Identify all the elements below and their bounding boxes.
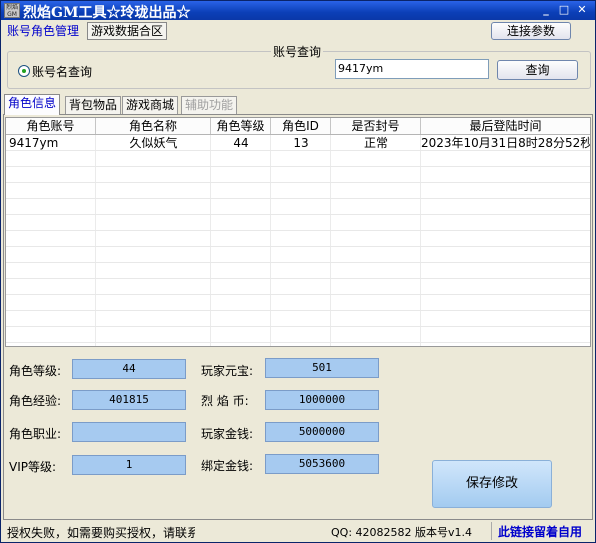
gold-field[interactable]: 5000000 <box>265 422 379 442</box>
cell-last-login: 2023年10月31日8时28分52秒 <box>421 136 590 150</box>
maximize-button[interactable]: □ <box>556 3 572 17</box>
yuanbao-field[interactable]: 501 <box>265 358 379 378</box>
level-label: 角色等级: <box>9 364 62 378</box>
license-status-text: 授权失败，如需要购买授权，请联系 <box>7 526 195 540</box>
minimize-button[interactable]: _ <box>538 3 554 17</box>
self-use-link[interactable]: 此链接留着自用 <box>498 523 582 540</box>
col-role-id[interactable]: 角色ID <box>271 118 331 134</box>
account-input[interactable]: 9417ym <box>335 59 489 79</box>
window-title: 烈焰GM工具☆玲珑出品☆ <box>23 5 191 21</box>
exp-field[interactable]: 401815 <box>72 390 186 410</box>
cell-role-name: 久似妖气 <box>129 136 178 150</box>
app-window: 烈焰GM 烈焰GM工具☆玲珑出品☆ _ □ ✕ 账号角色管理 游戏数据合区 连接… <box>0 0 596 543</box>
status-separator <box>491 522 492 540</box>
app-icon: 烈焰GM <box>4 3 20 18</box>
account-name-radio[interactable] <box>18 65 30 77</box>
col-account[interactable]: 角色账号 <box>6 118 96 134</box>
qq-number: QQ: 42082582 <box>331 526 412 539</box>
flamecoin-field[interactable]: 1000000 <box>265 390 379 410</box>
qq-text: QQ: 42082582 版本号v1.4 <box>331 524 472 540</box>
boundgold-label: 绑定金钱: <box>201 459 254 473</box>
tab-game-mall[interactable]: 游戏商城 <box>122 96 179 114</box>
cell-role-id: 13 <box>293 136 309 150</box>
vip-field[interactable]: 1 <box>72 455 186 475</box>
tab-account-role[interactable]: 账号角色管理 <box>3 22 83 40</box>
gold-label: 玩家金钱: <box>201 427 254 441</box>
job-label: 角色职业: <box>9 427 62 441</box>
account-query-title: 账号查询 <box>271 43 324 60</box>
yuanbao-label: 玩家元宝: <box>201 364 254 378</box>
version-text: 版本号v1.4 <box>415 526 473 539</box>
vip-label: VIP等级: <box>9 460 57 474</box>
title-bar[interactable]: 烈焰GM 烈焰GM工具☆玲珑出品☆ _ □ ✕ <box>1 1 595 21</box>
top-tab-bar: 账号角色管理 游戏数据合区 连接参数 <box>1 20 595 42</box>
col-banned[interactable]: 是否封号 <box>331 118 421 134</box>
col-last-login[interactable]: 最后登陆时间 <box>421 118 590 134</box>
col-role-name[interactable]: 角色名称 <box>96 118 211 134</box>
cell-account: 9417ym <box>9 136 59 150</box>
cell-banned: 正常 <box>363 136 388 150</box>
job-field[interactable] <box>72 422 186 442</box>
table-row[interactable]: 9417ym 久似妖气 44 13 正常 2023年10月31日8时28分52秒 <box>6 135 590 151</box>
role-table[interactable]: 角色账号 角色名称 角色等级 角色ID 是否封号 最后登陆时间 9417ym 久… <box>5 117 591 347</box>
table-header: 角色账号 角色名称 角色等级 角色ID 是否封号 最后登陆时间 <box>6 118 590 135</box>
level-field[interactable]: 44 <box>72 359 186 379</box>
close-button[interactable]: ✕ <box>574 3 590 17</box>
cell-role-level: 44 <box>233 136 249 150</box>
flamecoin-label: 烈 焰 币: <box>201 394 249 408</box>
boundgold-field[interactable]: 5053600 <box>265 454 379 474</box>
account-name-radio-label: 账号名查询 <box>32 65 93 79</box>
query-button[interactable]: 查询 <box>497 60 578 80</box>
tab-game-data[interactable]: 游戏数据合区 <box>87 22 168 40</box>
exp-label: 角色经验: <box>9 394 62 408</box>
status-bar: 授权失败，如需要购买授权，请联系 QQ: 42082582 版本号v1.4 此链… <box>1 520 595 542</box>
connect-params-button[interactable]: 连接参数 <box>491 22 571 40</box>
tab-role-info[interactable]: 角色信息 <box>4 94 61 115</box>
tab-bag-items[interactable]: 背包物品 <box>65 96 122 114</box>
col-role-level[interactable]: 角色等级 <box>211 118 271 134</box>
save-changes-button[interactable]: 保存修改 <box>432 460 552 508</box>
tab-assist: 辅助功能 <box>181 96 238 114</box>
